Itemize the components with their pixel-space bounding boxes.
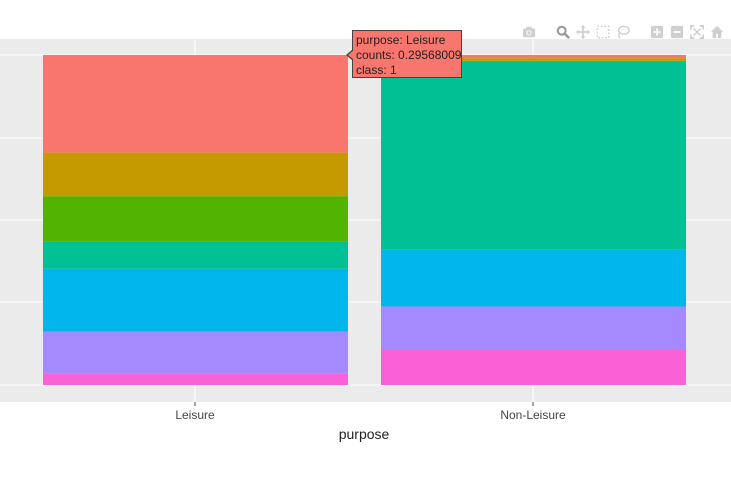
tooltip-purpose: purpose: Leisure	[356, 33, 446, 47]
x-axis-title: purpose	[339, 426, 390, 442]
bar-segment-non-leisure-7[interactable]	[381, 349, 686, 385]
bar-segment-leisure-2[interactable]	[43, 152, 348, 197]
box-select-icon[interactable]	[595, 24, 611, 40]
tooltip-counts: counts: 0.29568009	[356, 48, 462, 62]
bar-segment-leisure-4[interactable]	[43, 241, 348, 269]
bar-segment-leisure-6[interactable]	[43, 331, 348, 374]
bar-segment-non-leisure-4[interactable]	[381, 61, 686, 250]
modebar	[521, 24, 725, 40]
x-tick-label: Leisure	[175, 408, 215, 422]
x-tick-label: Non-Leisure	[500, 408, 566, 422]
chart-container: Leisure Non-Leisure purpose purpose: Lei…	[0, 0, 731, 489]
pan-icon[interactable]	[575, 24, 591, 40]
hover-tooltip: purpose: Leisure counts: 0.29568009 clas…	[346, 30, 462, 78]
bar-segment-non-leisure-6[interactable]	[381, 306, 686, 350]
bar-segment-non-leisure-5[interactable]	[381, 249, 686, 307]
x-tick-labels: Leisure Non-Leisure	[175, 402, 566, 422]
lasso-icon[interactable]	[615, 24, 631, 40]
autoscale-icon[interactable]	[689, 24, 705, 40]
bar-segment-leisure-3[interactable]	[43, 196, 348, 242]
zoom-icon[interactable]	[555, 24, 571, 40]
zoom-in-icon[interactable]	[649, 24, 665, 40]
home-icon[interactable]	[709, 24, 725, 40]
bar-segment-leisure-7[interactable]	[43, 373, 348, 385]
zoom-out-icon[interactable]	[669, 24, 685, 40]
tooltip-class: class: 1	[356, 63, 397, 77]
bar-segment-leisure-5[interactable]	[43, 268, 348, 332]
camera-icon[interactable]	[521, 24, 537, 40]
bar-segment-leisure-1[interactable]	[43, 55, 348, 153]
